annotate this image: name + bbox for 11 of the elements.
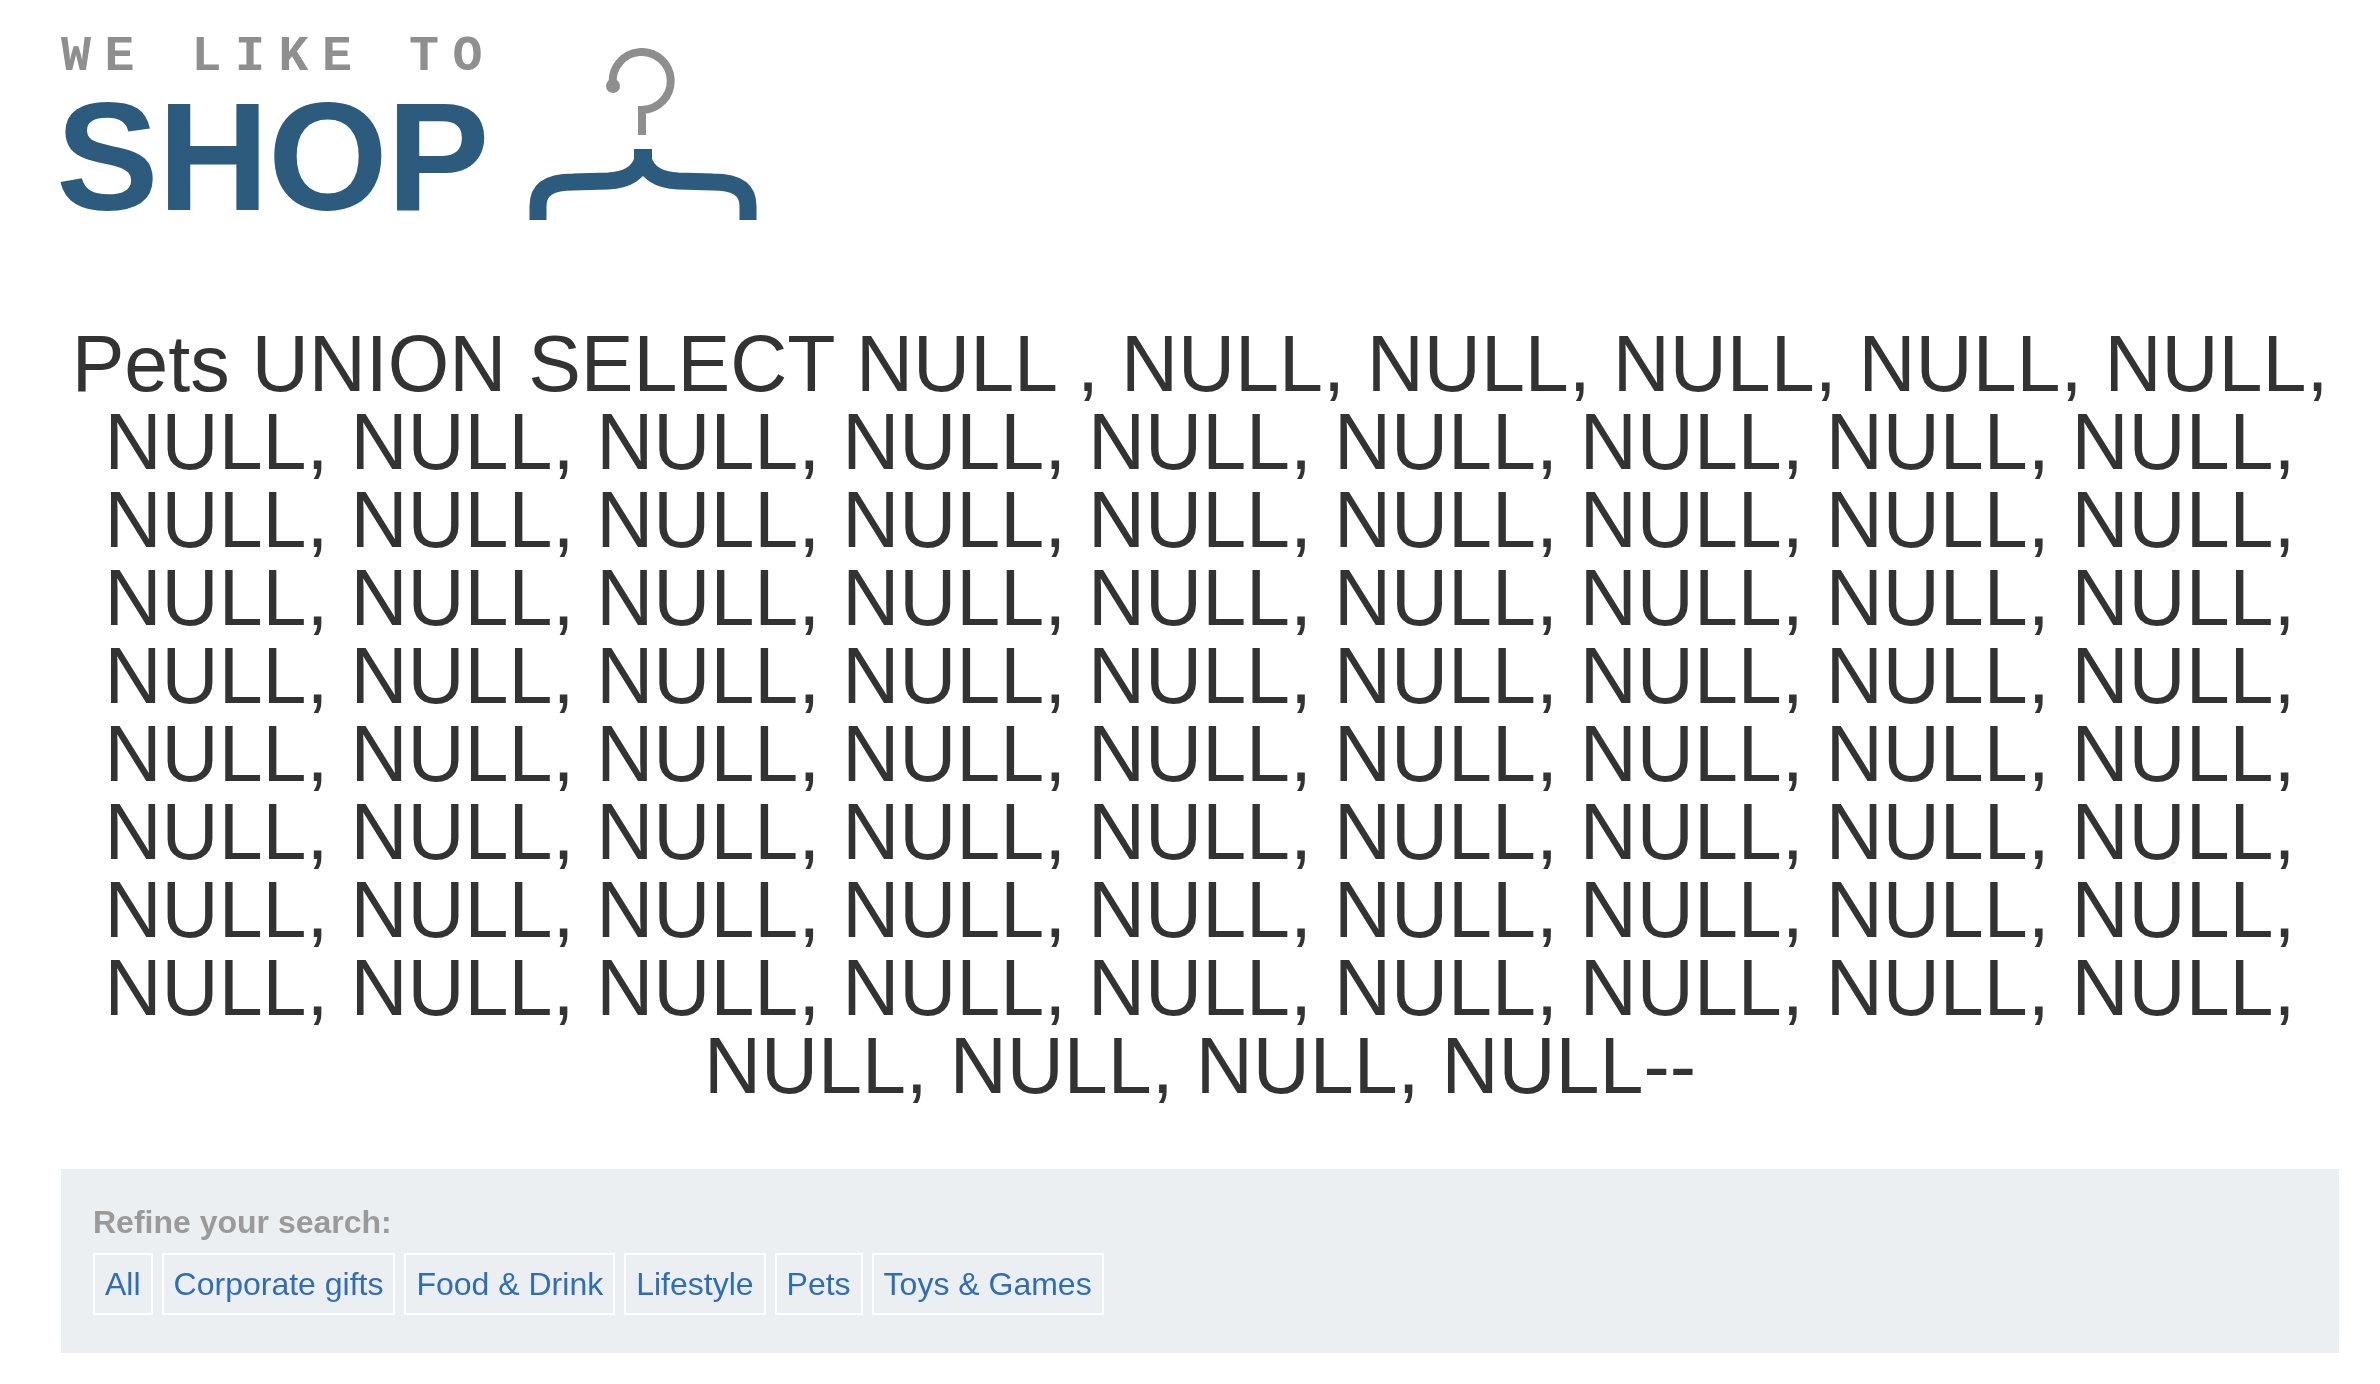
refine-label: Refine your search:: [93, 1203, 393, 1241]
logo-tagline: WE LIKE TO: [61, 32, 497, 82]
category-filter-link[interactable]: Pets: [774, 1253, 863, 1315]
category-filter-link[interactable]: Corporate gifts: [161, 1253, 396, 1315]
category-filter-link[interactable]: Food & Drink: [404, 1253, 616, 1315]
logo-wordmark: SHOP: [56, 92, 490, 222]
search-heading: Pets UNION SELECT NULL , NULL, NULL, NULL, NULL, NULL, NULL, NULL, NULL, NULL, NULL, NULL, NULL, NULL, NULL, NULL, NULL, NULL, NULL, NULL, NULL, NULL, NULL, NULL, NULL, NULL, NULL, NULL, NULL, NULL, NULL, NULL, NULL, NULL, NULL, NULL, NULL, NULL, NULL, NULL, NULL, NULL, NULL, NULL, NULL, NULL, NULL, NULL, NULL, NULL, NULL, NULL, NULL, NULL, NULL, NULL, NULL, NULL, NULL, NULL, NULL, NULL, NULL, NULL, NULL, NULL, NULL, NULL, NULL, NULL, NULL, NULL, NULL, NULL, NULL, NULL, NULL, NULL, NULL, NULL, NULL, NULL--: [70, 325, 2330, 1105]
category-filter-link[interactable]: Lifestyle: [624, 1253, 766, 1315]
category-filter-link[interactable]: All: [93, 1253, 153, 1315]
hanger-icon: [528, 48, 759, 220]
category-filter-link[interactable]: Toys & Games: [871, 1253, 1104, 1315]
